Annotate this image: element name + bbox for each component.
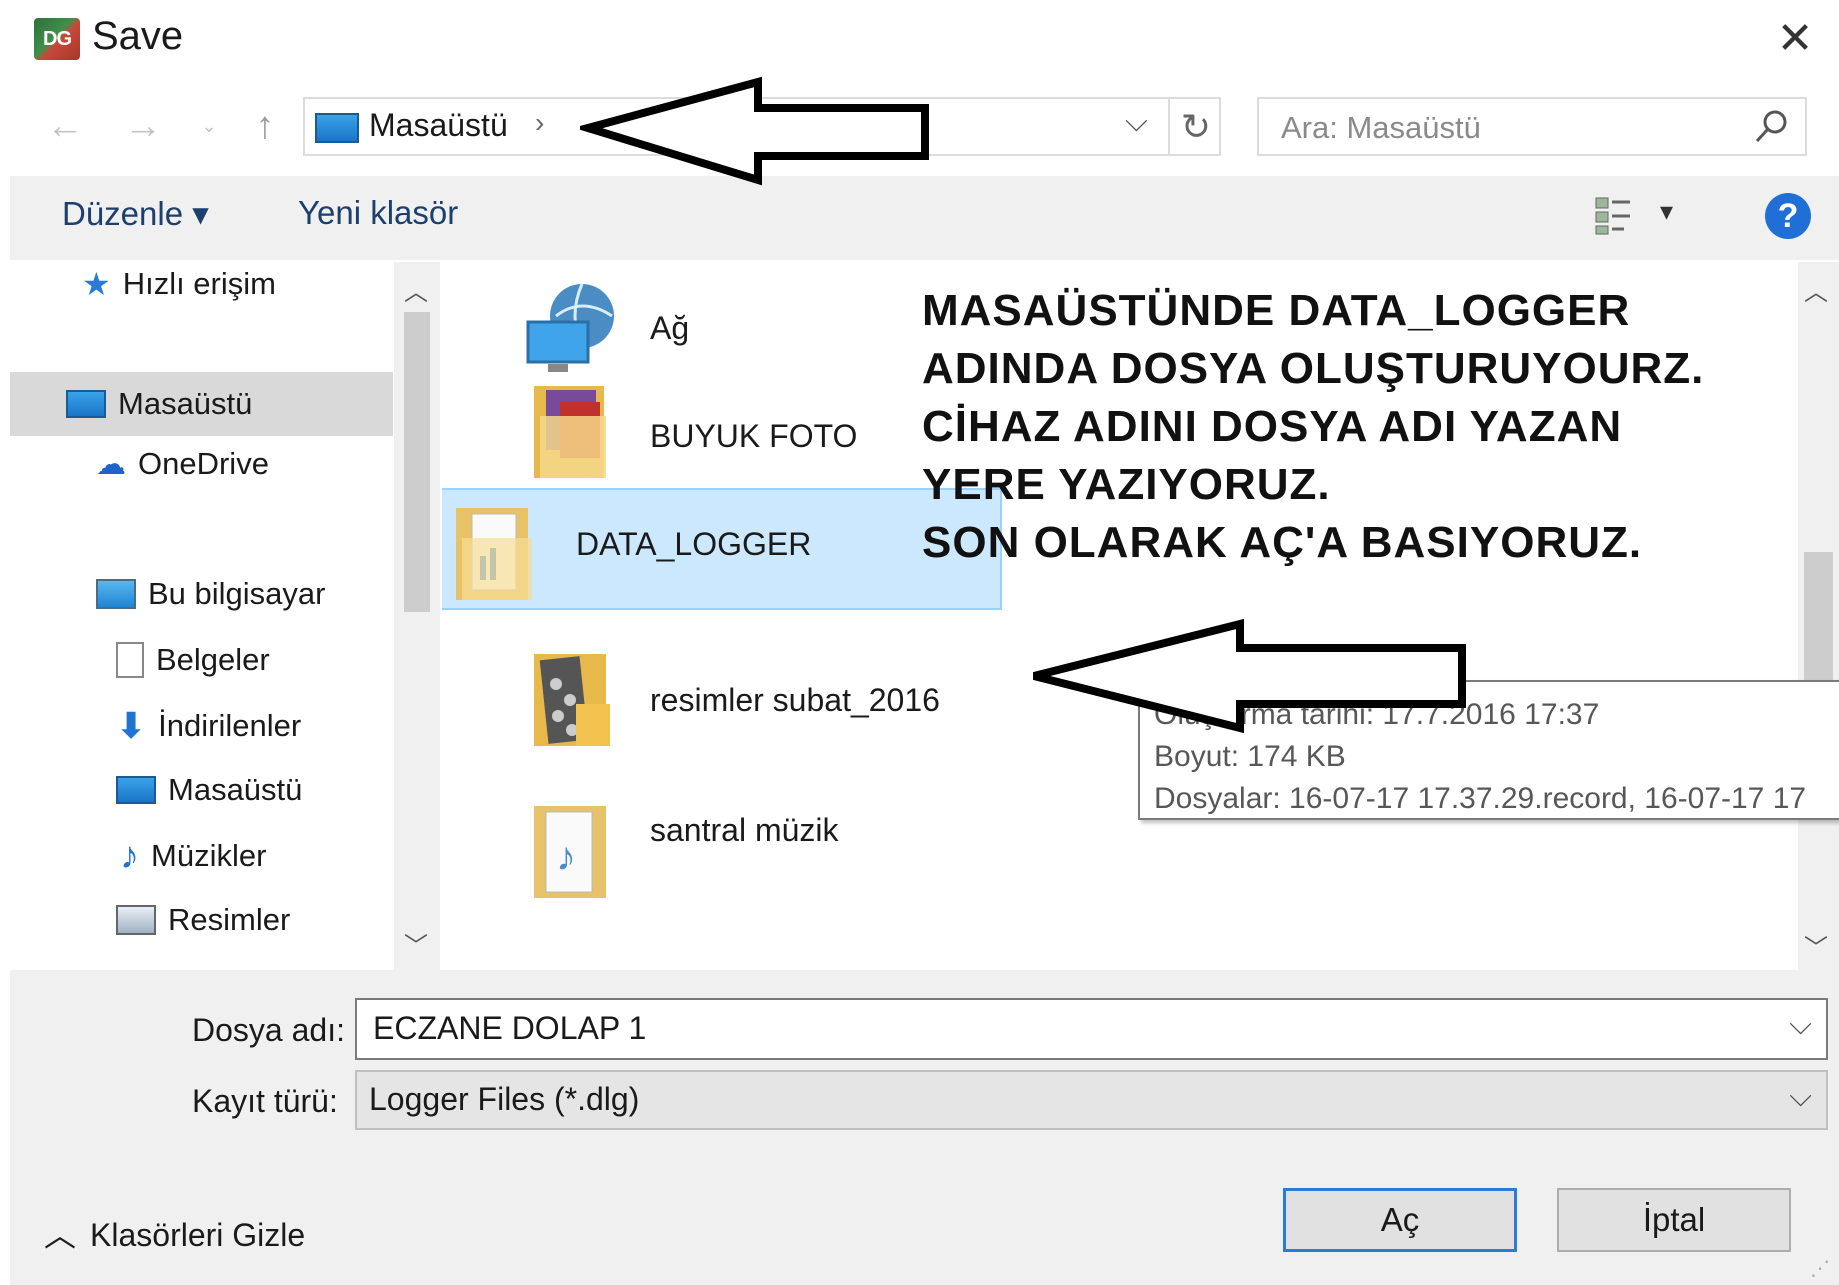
refresh-button[interactable]: ↻: [1168, 97, 1222, 156]
help-button[interactable]: ?: [1765, 193, 1811, 239]
tooltip-files: Dosyalar: 16-07-17 17.37.29.record, 16-0…: [1154, 782, 1807, 815]
search-input[interactable]: Ara: Masaüstü: [1257, 97, 1807, 156]
folder-icon: ♪: [534, 806, 606, 898]
command-bar: Düzenle ▾ Yeni klasör ▾ ?: [10, 176, 1839, 260]
nav-item-onedrive[interactable]: ☁ OneDrive: [96, 432, 269, 496]
navigation-pane: ★ Hızlı erişim Masaüstü ☁ OneDrive Bu bi…: [10, 262, 440, 970]
app-logo-icon: DG: [34, 18, 80, 60]
nav-item-label: Masaüstü: [118, 386, 253, 421]
file-name: BUYUK FOTO: [650, 418, 858, 454]
annotation-arrow-address: [580, 76, 929, 186]
music-note-icon: ♪: [120, 834, 139, 877]
folder-icon: [534, 386, 606, 478]
organize-button[interactable]: Düzenle ▾: [62, 194, 209, 233]
annotation-arrow-folder: [1033, 618, 1466, 734]
star-icon: ★: [82, 266, 111, 302]
scroll-up-chevron-icon[interactable]: ︿: [404, 272, 428, 307]
chevron-down-icon[interactable]: ⌵: [1789, 1080, 1812, 1114]
annotation-line: SON OLARAK AÇ'A BASIYORUZ.: [922, 518, 1643, 567]
download-icon: ⬇: [116, 705, 147, 746]
file-name: DATA_LOGGER: [576, 526, 812, 562]
folder-icon: [456, 508, 532, 600]
breadcrumb-chevron-icon[interactable]: ›: [535, 107, 544, 139]
desktop-icon: [116, 776, 156, 804]
nav-item-music[interactable]: ♪ Müzikler: [120, 824, 266, 888]
nav-item-label: Belgeler: [156, 642, 270, 677]
documents-icon: [116, 642, 144, 678]
file-name: resimler subat_2016: [650, 682, 940, 718]
nav-item-label: Masaüstü: [168, 772, 303, 807]
nav-item-this-pc[interactable]: Bu bilgisayar: [96, 562, 325, 626]
nav-item-label: Resimler: [168, 902, 291, 937]
hide-folders-toggle[interactable]: ︿ Klasörleri Gizle: [44, 1210, 305, 1256]
nav-item-desktop[interactable]: Masaüstü: [66, 372, 252, 436]
chevron-up-icon: ︿: [44, 1217, 77, 1253]
instruction-annotation: MASAÜSTÜNDE DATA_LOGGER ADINDA DOSYA OLUŞ…: [922, 282, 1704, 572]
filetype-label: Kayıt türü:: [192, 1083, 338, 1119]
filetype-value: Logger Files (*.dlg): [369, 1081, 640, 1117]
recent-locations-chevron-icon[interactable]: ⌄: [194, 96, 224, 156]
nav-item-label: Hızlı erişim: [122, 266, 276, 301]
scroll-up-chevron-icon[interactable]: ︿: [1804, 272, 1828, 307]
filetype-select[interactable]: Logger Files (*.dlg) ⌵: [355, 1070, 1828, 1130]
up-arrow-icon[interactable]: ↑: [240, 96, 290, 156]
forward-arrow-icon[interactable]: →: [118, 96, 168, 156]
nav-item-label: OneDrive: [138, 446, 269, 481]
filename-field[interactable]: ECZANE DOLAP 1 ⌵: [355, 998, 1828, 1060]
search-placeholder: Ara: Masaüstü: [1281, 110, 1481, 145]
nav-item-documents[interactable]: Belgeler: [116, 628, 270, 692]
nav-item-desktop-2[interactable]: Masaüstü: [116, 758, 302, 822]
annotation-line: CİHAZ ADINI DOSYA ADI YAZAN: [922, 402, 1623, 451]
svg-text:♪: ♪: [556, 835, 576, 879]
nav-scrollbar-thumb[interactable]: [404, 312, 430, 612]
title-bar: [0, 0, 1839, 80]
resize-grip-icon[interactable]: ⋰: [1810, 1256, 1830, 1281]
back-arrow-icon[interactable]: ←: [40, 96, 90, 156]
scroll-down-chevron-icon[interactable]: ﹀: [1804, 928, 1828, 963]
list-item-selected[interactable]: DATA_LOGGER: [442, 488, 1002, 610]
filename-value[interactable]: ECZANE DOLAP 1: [373, 1010, 646, 1047]
computer-icon: [96, 579, 136, 609]
file-name: santral müzik: [650, 812, 839, 848]
window-title: Save: [92, 14, 184, 58]
close-button[interactable]: ✕: [1760, 6, 1830, 70]
file-scrollbar-thumb[interactable]: [1804, 552, 1833, 682]
view-dropdown-icon[interactable]: ▾: [1660, 196, 1673, 227]
tooltip-size: Boyut: 174 KB: [1154, 740, 1346, 773]
cloud-icon: ☁: [96, 447, 126, 481]
annotation-line: ADINDA DOSYA OLUŞTURUYOURZ.: [922, 344, 1705, 393]
search-icon[interactable]: [1751, 105, 1791, 149]
desktop-icon: [66, 390, 106, 418]
scroll-down-chevron-icon[interactable]: ﹀: [404, 926, 428, 961]
new-folder-button[interactable]: Yeni klasör: [298, 194, 458, 232]
annotation-line: YERE YAZIYORUZ.: [922, 460, 1331, 509]
nav-item-label: İndirilenler: [158, 708, 302, 743]
hide-folders-label: Klasörleri Gizle: [90, 1217, 306, 1253]
desktop-icon: [315, 113, 359, 143]
nav-item-label: Müzikler: [151, 838, 267, 873]
nav-item-pictures[interactable]: Resimler: [116, 888, 290, 952]
address-dropdown-icon[interactable]: ⌵: [1125, 105, 1148, 139]
nav-item-downloads[interactable]: ⬇ İndirilenler: [116, 694, 301, 758]
annotation-line: MASAÜSTÜNDE DATA_LOGGER: [922, 286, 1631, 335]
chevron-down-icon[interactable]: ⌵: [1789, 1008, 1812, 1042]
view-options-icon[interactable]: [1594, 194, 1634, 238]
nav-item-quick-access[interactable]: ★ Hızlı erişim: [82, 252, 276, 316]
cancel-button[interactable]: İptal: [1557, 1188, 1791, 1252]
list-item[interactable]: ♪ santral müzik: [490, 782, 1170, 922]
pictures-icon: [116, 905, 156, 935]
nav-item-label: Bu bilgisayar: [148, 576, 326, 611]
file-name: Ağ: [650, 310, 690, 346]
folder-icon: [534, 654, 610, 746]
filename-label: Dosya adı:: [192, 1012, 345, 1048]
open-button[interactable]: Aç: [1283, 1188, 1517, 1252]
address-path[interactable]: Masaüstü: [369, 107, 508, 144]
